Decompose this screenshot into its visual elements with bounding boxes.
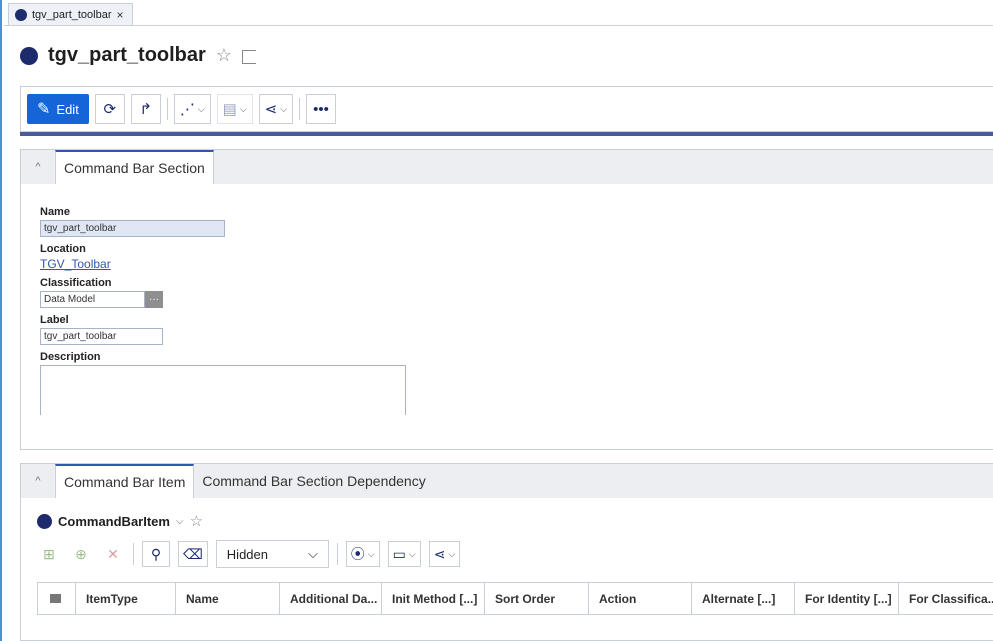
search-button[interactable]: ⚲ — [142, 541, 170, 567]
column-header[interactable]: Additional Da... — [280, 583, 382, 614]
classification-input[interactable]: Data Model — [40, 291, 145, 308]
chevron-down-icon: ⌵ — [239, 103, 247, 114]
clipboard-menu-button[interactable]: ▤ ⌵ — [216, 94, 253, 124]
section-tabs: ^ Command Bar Section — [21, 150, 993, 184]
monitor-icon: ▭ — [392, 545, 406, 562]
chevron-down-icon: ⌵ — [197, 103, 205, 114]
filter-select[interactable]: Hidden ⌵ — [215, 540, 329, 568]
toolbar-underline — [20, 132, 993, 136]
focus-icon: ⦿ — [350, 546, 365, 562]
column-header[interactable]: Alternate [...] — [692, 583, 795, 614]
chevron-down-icon: ⌵ — [408, 548, 416, 559]
location-label: Location — [40, 243, 86, 255]
chevron-down-icon[interactable]: ⌵ — [176, 516, 184, 527]
column-header[interactable]: ItemType — [76, 583, 176, 614]
description-field[interactable] — [40, 365, 406, 415]
description-label: Description — [40, 351, 101, 363]
location-link[interactable]: TGV_Toolbar — [40, 257, 406, 271]
column-header[interactable]: For Identity [...] — [795, 583, 899, 614]
goto-button[interactable]: ↱ — [130, 94, 161, 124]
edit-button[interactable]: ✎ Edit — [27, 94, 89, 124]
arrow-hook-icon: ↱ — [139, 101, 153, 118]
page-title: tgv_part_toolbar — [48, 44, 206, 66]
add-new-icon[interactable]: ⊕ — [69, 542, 93, 566]
close-icon[interactable]: × — [117, 8, 124, 22]
command-bar-item-panel: ^ Command Bar Item Command Bar Section D… — [20, 463, 993, 641]
refresh-button[interactable]: ⟳ — [94, 94, 125, 124]
share-icon: ⋖ — [264, 101, 278, 118]
toolbar-separator — [166, 98, 168, 120]
chevron-down-icon: ⌵ — [280, 103, 288, 114]
network-icon: ⋰ — [179, 101, 195, 118]
classification-field: Data Model ··· — [40, 291, 406, 308]
toolbar-separator — [133, 543, 134, 565]
flag-icon — [50, 594, 61, 603]
column-header[interactable]: Name — [176, 583, 280, 614]
grid-title[interactable]: CommandBarItem — [58, 514, 170, 529]
tab-strip: tgv_part_toolbar × — [4, 0, 993, 26]
share-icon: ⋖ — [433, 545, 446, 562]
chevron-down-icon: ⌵ — [307, 546, 318, 561]
section-form: Name tgv_part_toolbar Location TGV_Toolb… — [40, 206, 406, 421]
items-table: ItemType Name Additional Da... Init Meth… — [37, 582, 993, 615]
column-header[interactable]: Action — [589, 583, 692, 614]
tab-command-bar-section[interactable]: Command Bar Section — [55, 150, 214, 184]
tab-command-bar-section-dependency[interactable]: Command Bar Section Dependency — [194, 464, 433, 498]
chevron-down-icon: ⌵ — [367, 548, 375, 559]
more-button[interactable]: ••• — [306, 94, 337, 124]
tab-command-bar-item[interactable]: Command Bar Item — [55, 464, 195, 498]
share-menu-button[interactable]: ⋖ ⌵ — [428, 541, 461, 567]
classification-label: Classification — [40, 277, 112, 289]
star-icon[interactable]: ☆ — [190, 512, 203, 530]
flag-column-header[interactable] — [38, 583, 76, 614]
column-header[interactable]: Init Method [...] — [382, 583, 485, 614]
column-header[interactable]: For Classifica... — [899, 583, 993, 614]
display-menu-button[interactable]: ▭ ⌵ — [387, 541, 421, 567]
column-header[interactable]: Sort Order — [485, 583, 589, 614]
toolbar-separator — [299, 98, 301, 120]
chevron-down-icon: ⌵ — [448, 548, 456, 559]
tab-label: tgv_part_toolbar — [32, 8, 112, 21]
collapse-icon[interactable]: ^ — [21, 150, 55, 184]
toolbar-separator — [336, 543, 338, 565]
classification-picker-button[interactable]: ··· — [145, 291, 163, 308]
refresh-icon: ⟳ — [103, 101, 117, 118]
main-toolbar: ✎ Edit ⟳ ↱ ⋰ ⌵ ▤ ⌵ ⋖ ⌵ ••• — [20, 86, 993, 132]
delete-row-icon[interactable]: ✕ — [101, 542, 125, 566]
page-header: tgv_part_toolbar ☆ — [20, 44, 256, 67]
tab-tgv-part-toolbar[interactable]: tgv_part_toolbar × — [8, 3, 133, 25]
label-field[interactable]: tgv_part_toolbar — [40, 328, 163, 345]
pencil-icon: ✎ — [37, 101, 51, 118]
itemtype-icon — [15, 8, 27, 21]
clear-icon: ⌫ — [183, 545, 203, 562]
command-bar-section-panel: ^ Command Bar Section Name tgv_part_tool… — [20, 149, 993, 450]
flag-icon[interactable] — [241, 49, 256, 64]
name-field[interactable]: tgv_part_toolbar — [40, 220, 225, 237]
search-icon: ⚲ — [150, 545, 162, 562]
more-icon: ••• — [313, 100, 329, 118]
collapse-icon[interactable]: ^ — [21, 464, 55, 498]
itemtype-icon — [20, 46, 38, 65]
app-frame: tgv_part_toolbar × tgv_part_toolbar ☆ ✎ … — [0, 0, 993, 641]
edit-label: Edit — [56, 101, 79, 117]
share-menu-button[interactable]: ⋖ ⌵ — [258, 94, 294, 124]
filter-select-value: Hidden — [226, 546, 268, 562]
itemtype-icon — [37, 513, 52, 529]
label-label: Label — [40, 314, 69, 326]
clipboard-icon: ▤ — [222, 101, 237, 118]
star-icon[interactable]: ☆ — [216, 45, 232, 66]
grid-toolbar: ⊞ ⊕ ✕ ⚲ ⌫ Hidden ⌵ ⦿ ⌵ ▭ ⌵ ⋖ ⌵ — [37, 540, 461, 568]
grid-header: CommandBarItem ⌵ ☆ — [37, 512, 203, 530]
view-menu-button[interactable]: ⦿ ⌵ — [345, 541, 380, 567]
clear-search-button[interactable]: ⌫ — [178, 541, 208, 567]
add-row-icon[interactable]: ⊞ — [37, 542, 61, 566]
structure-menu-button[interactable]: ⋰ ⌵ — [173, 94, 211, 124]
relationship-tabs: ^ Command Bar Item Command Bar Section D… — [21, 464, 993, 498]
name-label: Name — [40, 206, 70, 218]
